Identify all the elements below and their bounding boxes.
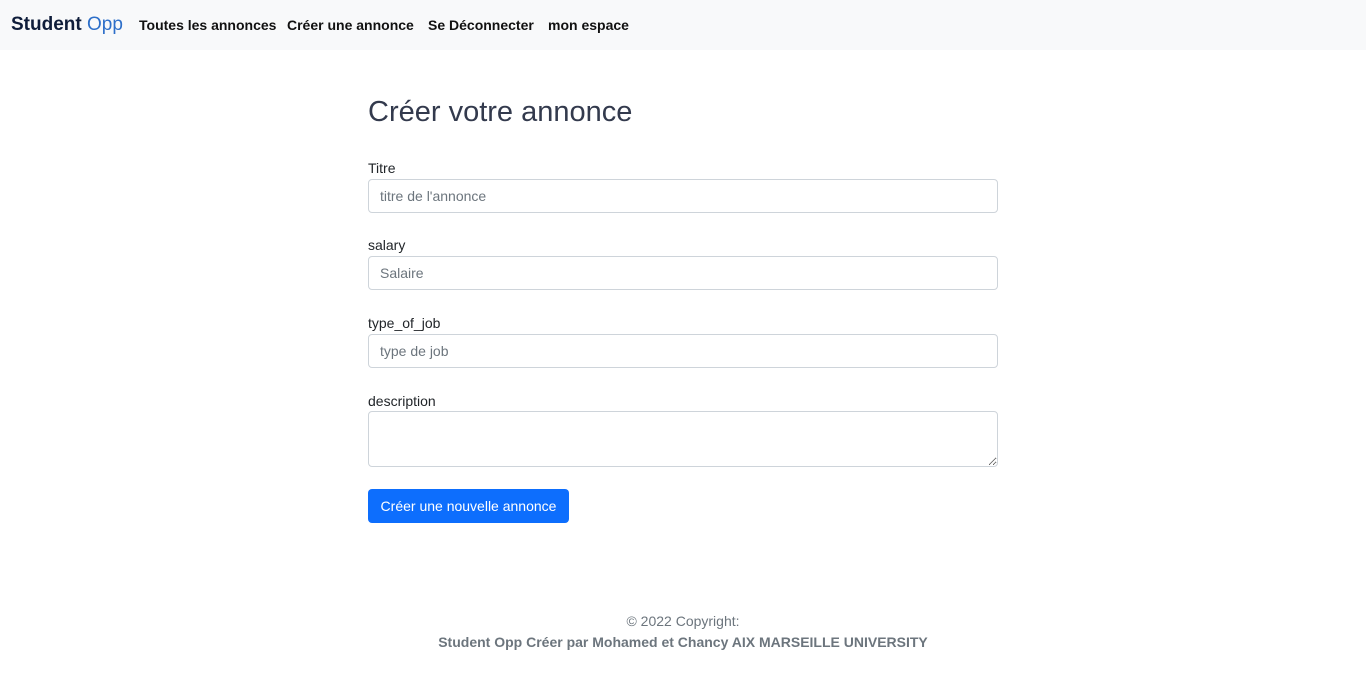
brand-logo[interactable]: Student Opp [11,14,123,36]
footer-copyright: © 2022 Copyright: [626,613,740,629]
nav-link-my-space[interactable]: mon espace [548,17,629,34]
navbar: Student Opp Toutes les annonces Créer un… [0,0,1366,50]
salary-label: salary [368,237,406,253]
description-label: description [368,393,436,409]
brand-name-light: Opp [87,14,123,35]
nav-link-all-listings[interactable]: Toutes les annonces [139,17,276,34]
job-type-label: type_of_job [368,315,441,331]
nav-link-logout[interactable]: Se Déconnecter [428,17,534,34]
salary-input[interactable] [368,256,998,290]
title-input[interactable] [368,179,998,213]
create-listing-button[interactable]: Créer une nouvelle annonce [368,489,569,523]
title-label: Titre [368,160,396,176]
description-textarea[interactable] [368,411,998,467]
nav-link-create-listing[interactable]: Créer une annonce [287,17,414,34]
job-type-input[interactable] [368,334,998,368]
brand-name-bold: Student [11,14,82,35]
footer-credits: Student Opp Créer par Mohamed et Chancy … [438,634,928,650]
page-title: Créer votre annonce [368,96,633,128]
